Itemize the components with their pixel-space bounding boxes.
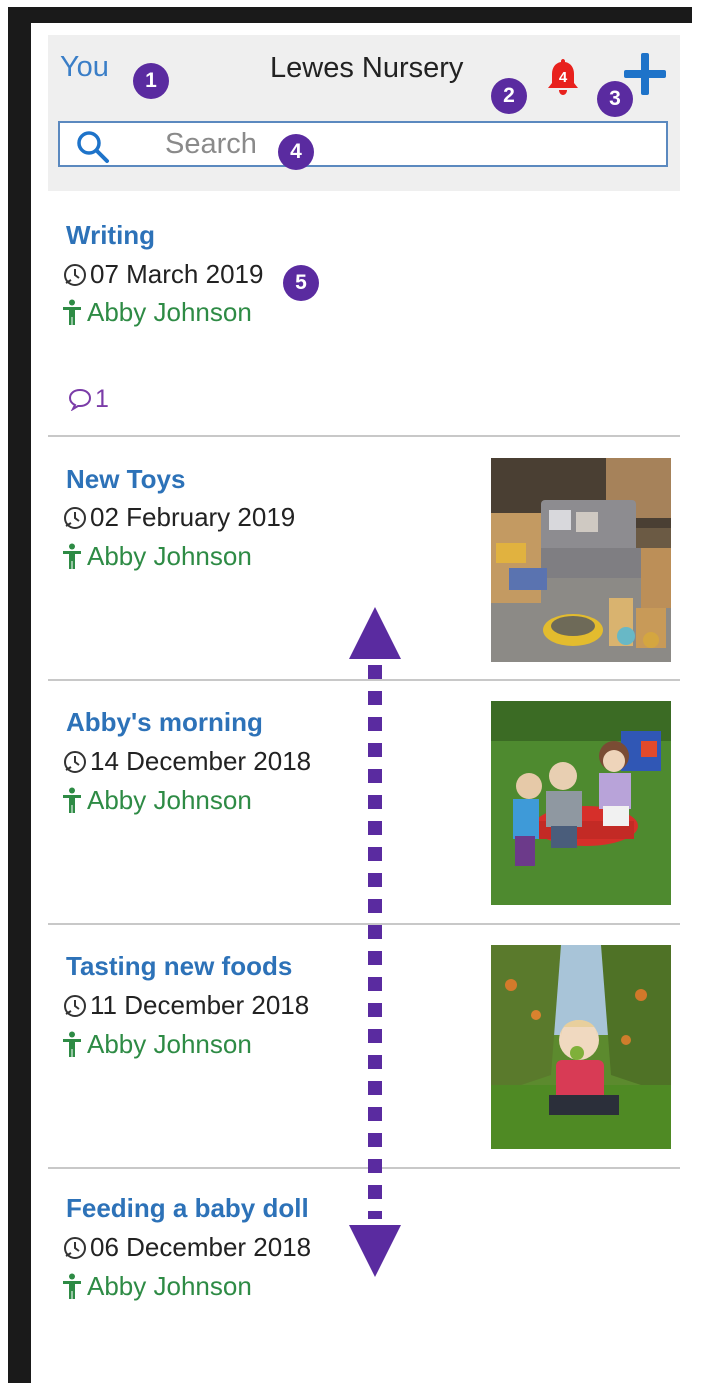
item-date-text: 11 December 2018 (90, 990, 310, 1020)
search-bar[interactable] (58, 121, 668, 167)
item-child[interactable]: Abby Johnson (63, 785, 252, 816)
device-frame: You Lewes Nursery 4 W (8, 7, 694, 1387)
item-child[interactable]: Abby Johnson (63, 1271, 252, 1302)
item-title: Abby's morning (66, 707, 263, 737)
callout-marker-4: 4 (278, 134, 314, 170)
comment-count: 1 (95, 385, 109, 413)
app-header: You Lewes Nursery 4 (48, 35, 680, 191)
item-child-name: Abby Johnson (87, 297, 252, 327)
comment-icon (68, 388, 92, 412)
item-child[interactable]: Abby Johnson (63, 297, 252, 328)
child-icon (63, 543, 81, 569)
child-icon (63, 787, 81, 813)
item-date: 07 March 2019 (63, 259, 263, 290)
scroll-arrow-icon (349, 607, 401, 1277)
nursery-title: Lewes Nursery (270, 52, 464, 84)
child-icon (63, 1273, 81, 1299)
comments-button[interactable]: 1 (67, 385, 109, 414)
item-child-name: Abby Johnson (87, 541, 252, 571)
clock-icon (64, 995, 86, 1017)
notifications-button[interactable]: 4 (545, 57, 581, 97)
item-child-name: Abby Johnson (87, 785, 252, 815)
app-screen: You Lewes Nursery 4 W (31, 23, 694, 1387)
orchard-child-photo (491, 945, 671, 1149)
toys-room-photo (491, 458, 671, 662)
callout-marker-5: 5 (283, 265, 319, 301)
search-icon (77, 131, 109, 163)
clock-icon (64, 1237, 86, 1259)
item-divider (48, 435, 680, 437)
callout-marker-3: 3 (597, 81, 633, 117)
item-date: 11 December 2018 (63, 990, 309, 1021)
item-date-text: 14 December 2018 (90, 746, 312, 776)
item-title: Tasting new foods (66, 951, 293, 981)
item-date: 06 December 2018 (63, 1232, 311, 1263)
item-date: 02 February 2019 (63, 502, 295, 533)
item-photo[interactable] (491, 945, 671, 1149)
item-date-text: 07 March 2019 (90, 259, 264, 289)
you-link[interactable]: You (60, 51, 109, 84)
item-title: Writing (66, 220, 156, 250)
notification-count-badge: 4 (558, 69, 568, 86)
item-child-name: Abby Johnson (87, 1271, 252, 1301)
item-photo[interactable] (491, 701, 671, 905)
children-playing-photo (491, 701, 671, 905)
item-title: New Toys (66, 464, 186, 494)
clock-icon (64, 264, 86, 286)
item-child-name: Abby Johnson (87, 1029, 252, 1059)
callout-marker-2: 2 (491, 78, 527, 114)
child-icon (63, 1031, 81, 1057)
item-title: Feeding a baby doll (66, 1193, 309, 1223)
item-child[interactable]: Abby Johnson (63, 1029, 252, 1060)
item-child[interactable]: Abby Johnson (63, 541, 252, 572)
item-date-text: 06 December 2018 (90, 1232, 312, 1262)
clock-icon (64, 507, 86, 529)
clock-icon (64, 751, 86, 773)
search-input[interactable] (165, 127, 585, 161)
item-date-text: 02 February 2019 (90, 502, 296, 532)
item-date: 14 December 2018 (63, 746, 311, 777)
item-photo[interactable] (491, 458, 671, 662)
list-item[interactable]: Writing 07 March 2019 Abby Johnson (48, 203, 680, 423)
callout-marker-1: 1 (133, 63, 169, 99)
child-icon (63, 299, 81, 325)
